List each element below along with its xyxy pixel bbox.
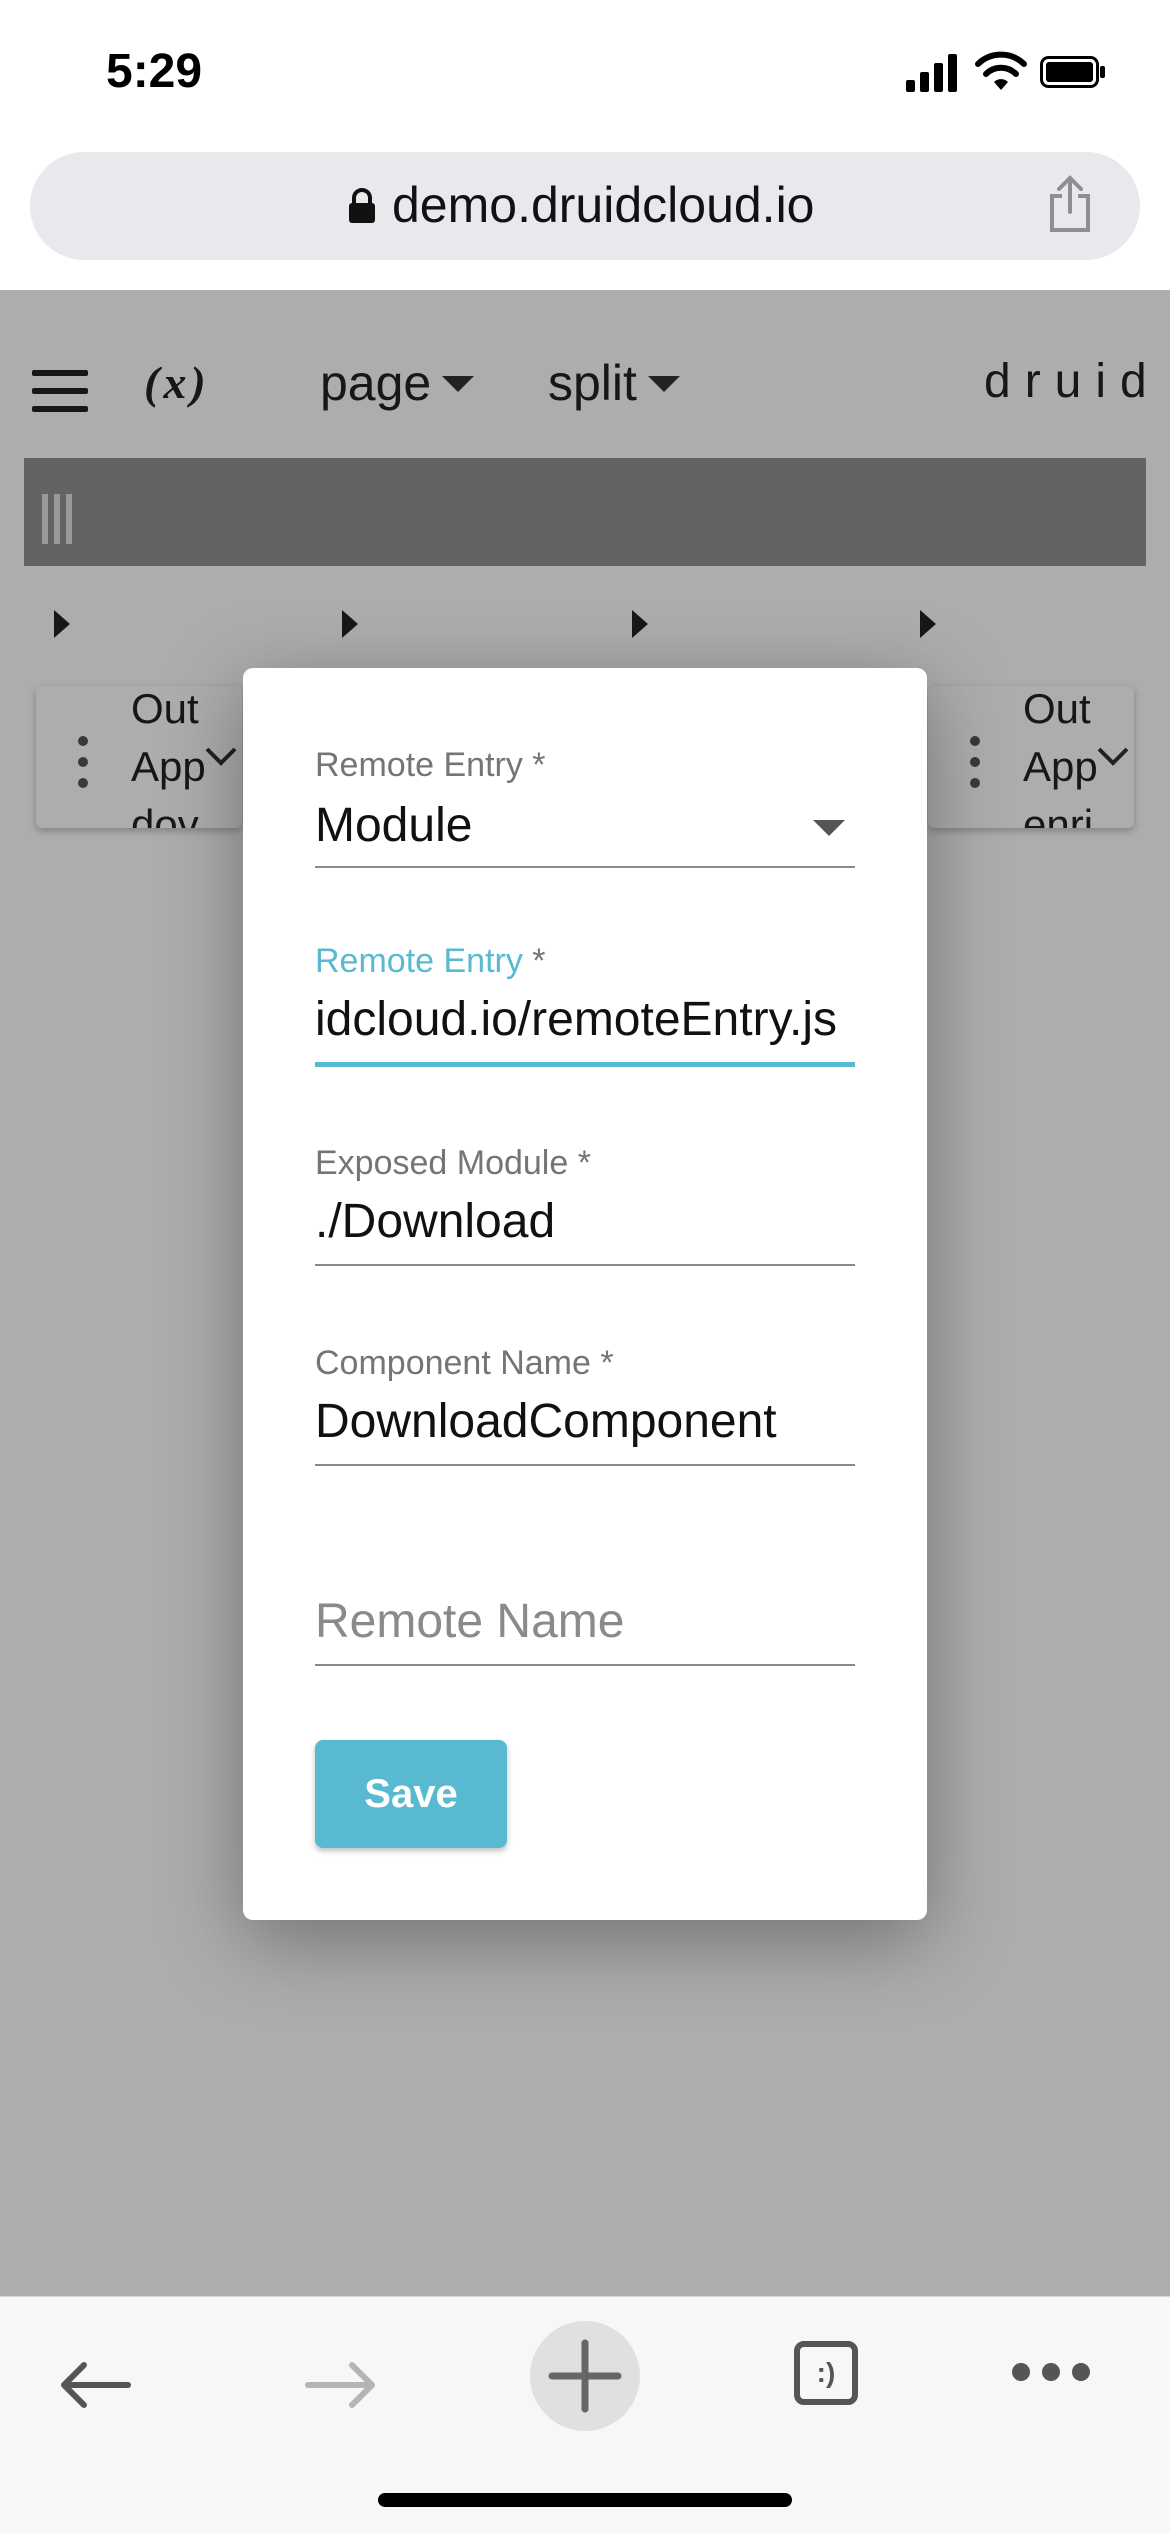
field-label-text: Remote Entry bbox=[315, 942, 523, 980]
dropdown-arrow-icon[interactable] bbox=[813, 820, 845, 836]
select-value[interactable]: Module bbox=[315, 798, 855, 853]
more-icon[interactable] bbox=[1010, 2361, 1094, 2385]
field-label: Remote Entry * bbox=[315, 746, 546, 784]
new-tab-icon bbox=[548, 2339, 622, 2413]
forward-icon[interactable] bbox=[302, 2361, 378, 2409]
component-name-field[interactable]: Component Name * DownloadComponent bbox=[315, 1338, 855, 1472]
back-icon[interactable] bbox=[58, 2361, 134, 2409]
remote-entry-type-select[interactable]: Remote Entry * Module bbox=[315, 740, 855, 870]
field-underline-active bbox=[315, 1062, 855, 1067]
battery-icon bbox=[1040, 56, 1105, 88]
field-label: Component Name * bbox=[315, 1344, 614, 1382]
cellular-signal-icon bbox=[906, 52, 958, 92]
wifi-icon bbox=[975, 51, 1027, 90]
web-page: (x) page split druid Out App dov Out App… bbox=[0, 290, 1170, 2296]
home-indicator bbox=[378, 2493, 792, 2507]
remote-component-dialog: Remote Entry * Module Remote Entry * idc… bbox=[243, 668, 927, 1920]
tabs-label: :) bbox=[816, 2357, 836, 2388]
required-mark: * bbox=[522, 942, 546, 980]
remote-name-field[interactable]: Remote Name bbox=[315, 1538, 855, 1672]
component-name-input[interactable]: DownloadComponent bbox=[315, 1394, 855, 1449]
save-button[interactable]: Save bbox=[315, 1740, 507, 1848]
field-label: Remote Entry * bbox=[315, 942, 546, 981]
field-underline bbox=[315, 1664, 855, 1666]
remote-entry-input[interactable]: idcloud.io/remoteEntry.js bbox=[315, 992, 855, 1047]
field-label: Exposed Module * bbox=[315, 1144, 591, 1182]
remote-name-placeholder[interactable]: Remote Name bbox=[315, 1594, 855, 1649]
url-text[interactable]: demo.druidcloud.io bbox=[392, 176, 815, 234]
field-underline bbox=[315, 866, 855, 868]
new-tab-button[interactable] bbox=[530, 2321, 640, 2431]
lock-icon bbox=[349, 188, 375, 223]
status-time: 5:29 bbox=[106, 45, 203, 98]
remote-entry-field[interactable]: Remote Entry * idcloud.io/remoteEntry.js bbox=[315, 936, 855, 1072]
exposed-module-field[interactable]: Exposed Module * ./Download bbox=[315, 1138, 855, 1272]
exposed-module-input[interactable]: ./Download bbox=[315, 1194, 855, 1249]
tabs-icon[interactable]: :) bbox=[794, 2341, 858, 2405]
field-underline bbox=[315, 1464, 855, 1466]
field-underline bbox=[315, 1264, 855, 1266]
share-icon[interactable] bbox=[1046, 174, 1094, 234]
